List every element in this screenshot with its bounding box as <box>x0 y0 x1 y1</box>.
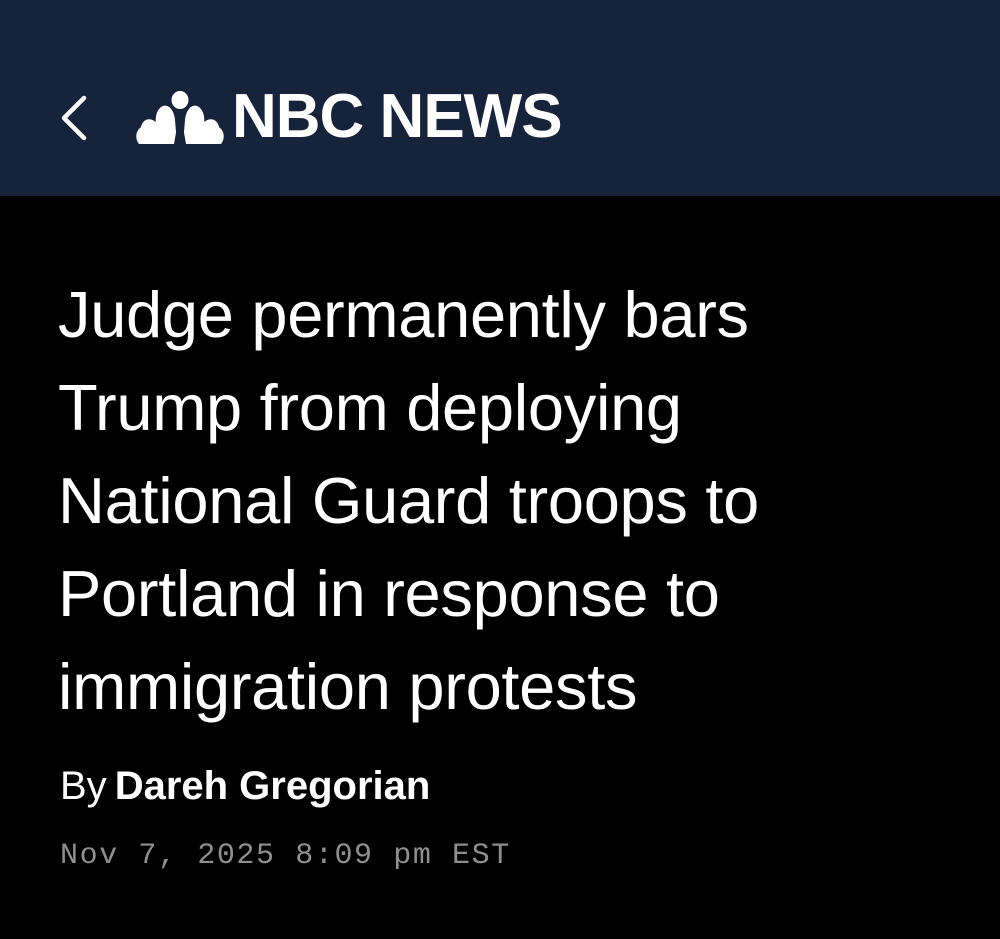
headline-line: National Guard troops to <box>58 464 759 537</box>
nbc-peacock-icon <box>136 91 224 144</box>
byline: By Dareh Gregorian <box>60 759 430 813</box>
headline-line: Judge permanently bars <box>58 278 749 351</box>
article-headline: Judge permanently bars Trump from deploy… <box>58 268 958 733</box>
byline-prefix: By <box>60 764 107 808</box>
article-header: Judge permanently bars Trump from deploy… <box>0 196 1000 939</box>
headline-line: Trump from deploying <box>58 371 682 444</box>
headline-line: immigration protests <box>58 650 638 723</box>
back-button[interactable] <box>52 86 100 150</box>
top-navigation-bar: NBC NEWS <box>0 0 1000 196</box>
publish-timestamp: Nov 7, 2025 8:09 pm EST <box>60 839 511 873</box>
chevron-left-icon <box>61 95 87 141</box>
headline-line: Portland in response to <box>58 557 720 630</box>
logo-wordmark: NBC NEWS <box>232 82 563 151</box>
author-link[interactable]: Dareh Gregorian <box>115 764 431 808</box>
nbc-news-logo[interactable]: NBC NEWS <box>134 82 563 152</box>
